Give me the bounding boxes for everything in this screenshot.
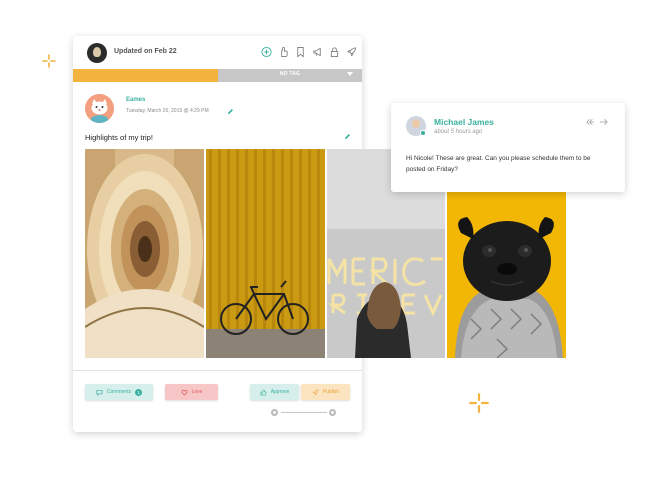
comment-timestamp: about 5 hours ago — [434, 129, 483, 135]
pencil-icon[interactable] — [344, 133, 351, 140]
reply-all-icon[interactable] — [586, 118, 595, 126]
updated-label: Updated on Feb 22 — [114, 48, 177, 55]
chevron-down-icon — [347, 72, 353, 76]
author-name[interactable]: Eames — [126, 97, 145, 103]
step-indicator — [271, 408, 337, 418]
tag-color-swatch — [73, 69, 218, 82]
thumbs-up-icon — [260, 389, 267, 395]
comments-button[interactable]: Comments 1 — [85, 384, 153, 400]
post-date: Tuesday, March 26, 2019 @ 4:29 PM — [126, 108, 209, 114]
comments-label: Comments — [106, 389, 132, 395]
commenter-name[interactable]: Michael James — [434, 117, 494, 127]
avatar[interactable] — [87, 43, 107, 63]
sparkle-icon — [469, 393, 489, 413]
comment-text: Hi Nicole! These are great. Can you plea… — [406, 155, 591, 173]
author-avatar[interactable] — [85, 94, 114, 123]
bookmark-icon[interactable] — [295, 46, 306, 58]
love-label: Love — [191, 389, 203, 395]
sparkle-icon — [41, 53, 57, 69]
rocket-icon — [312, 389, 319, 395]
photo-bicycle[interactable] — [206, 149, 325, 358]
megaphone-icon[interactable] — [312, 46, 323, 58]
plus-circle-icon[interactable] — [261, 46, 272, 58]
comment-actions — [586, 118, 608, 126]
tag-label: NO TAG — [279, 71, 301, 77]
love-button[interactable]: Love — [165, 384, 218, 400]
comment-icon — [96, 389, 103, 396]
comment-card: Michael James about 5 hours ago Hi Nicol… — [391, 103, 625, 192]
publish-button[interactable]: Publish — [301, 384, 350, 400]
post-text: Highlights of my trip! — [85, 133, 153, 142]
publish-label: Publish — [322, 389, 340, 395]
tag-select[interactable]: NO TAG — [218, 69, 362, 82]
online-status-badge — [420, 130, 426, 136]
header-toolbar — [261, 46, 357, 58]
comments-count-badge: 1 — [135, 388, 143, 396]
tag-bar[interactable]: NO TAG — [73, 69, 362, 82]
heart-icon — [181, 389, 188, 396]
forward-icon[interactable] — [599, 118, 608, 126]
photo-spiral-staircase[interactable] — [85, 149, 204, 358]
step-line — [281, 412, 327, 413]
pencil-icon[interactable] — [227, 108, 234, 115]
step-dot[interactable] — [329, 409, 336, 416]
divider — [73, 370, 362, 371]
step-dot[interactable] — [271, 409, 278, 416]
card-header: Updated on Feb 22 — [73, 36, 362, 69]
post-card: Updated on Feb 22 NO TAG Eames Tuesday, … — [73, 36, 362, 432]
approve-button[interactable]: Approve — [250, 384, 299, 400]
rocket-icon[interactable] — [346, 46, 357, 58]
approve-label: Approve — [270, 389, 290, 395]
hand-icon[interactable] — [278, 46, 289, 58]
lock-icon[interactable] — [329, 46, 340, 58]
